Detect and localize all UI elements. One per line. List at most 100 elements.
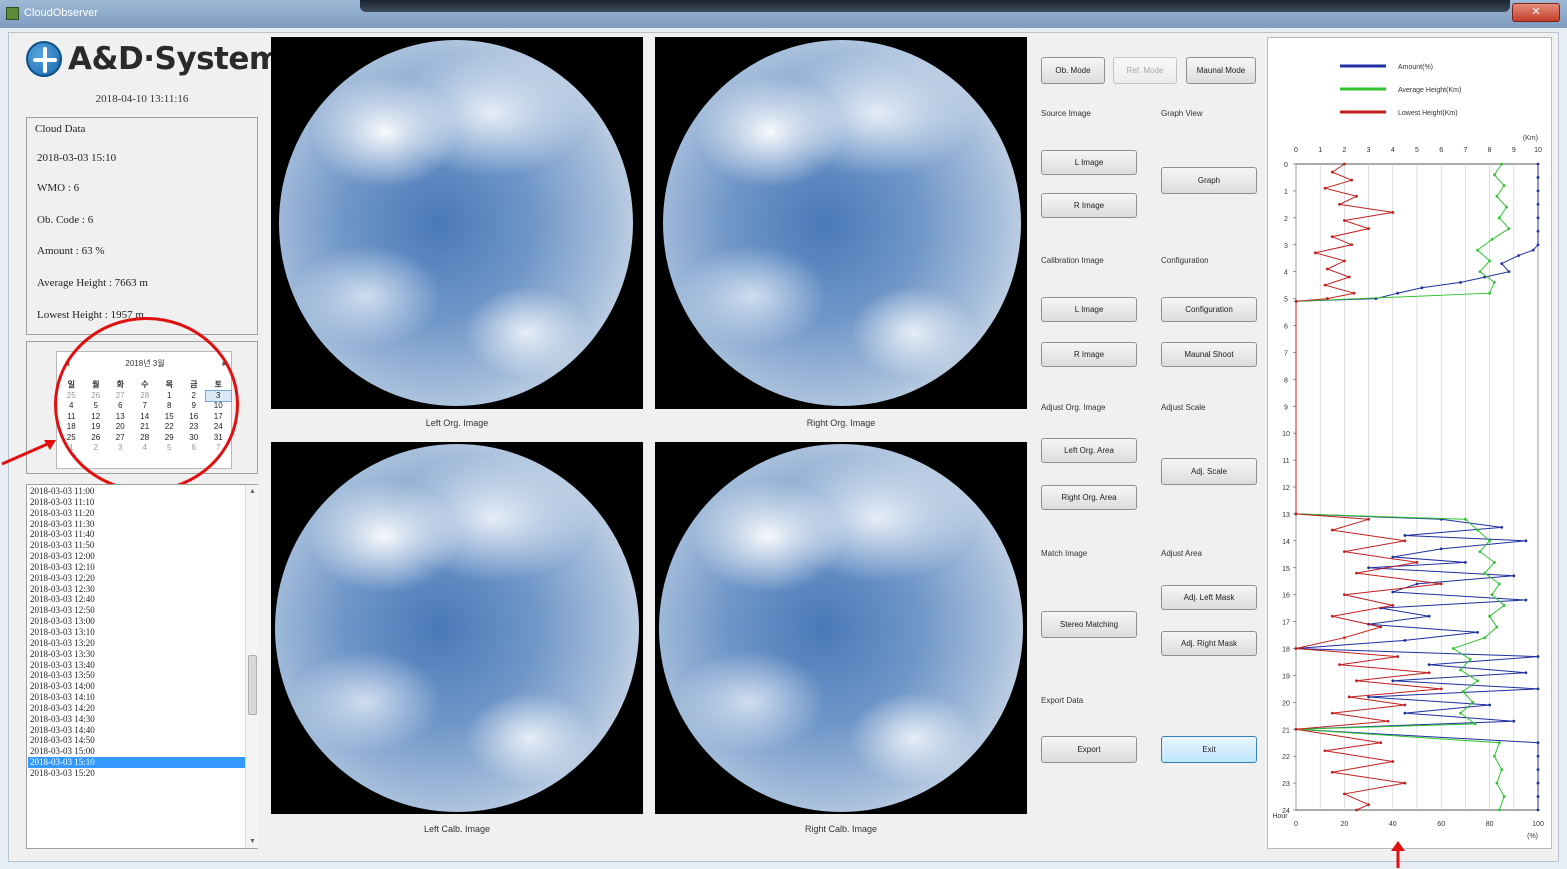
- scroll-thumb[interactable]: [248, 655, 257, 715]
- list-item[interactable]: 2018-03-03 11:40: [28, 529, 245, 540]
- data-point: [1517, 254, 1521, 257]
- data-point: [1403, 703, 1407, 707]
- calibration-l-image-button[interactable]: L Image: [1041, 297, 1137, 322]
- list-item[interactable]: 2018-03-03 14:50: [28, 735, 245, 746]
- list-item[interactable]: 2018-03-03 13:40: [28, 660, 245, 671]
- time-list-scrollbar[interactable]: ▲ ▼: [245, 485, 258, 848]
- data-point: [1507, 270, 1511, 274]
- legend-label: Lowest Height(Km): [1398, 110, 1458, 117]
- data-point: [1531, 248, 1535, 252]
- ref-mode-button[interactable]: Ref. Mode: [1113, 57, 1177, 84]
- adj-scale-button[interactable]: Adj. Scale: [1161, 458, 1257, 485]
- data-point: [1464, 517, 1467, 521]
- stereo-matching-button[interactable]: Stereo Matching: [1041, 611, 1137, 638]
- list-item[interactable]: 2018-03-03 11:20: [28, 508, 245, 519]
- data-point: [1493, 173, 1496, 177]
- data-point: [1536, 655, 1540, 658]
- list-item[interactable]: 2018-03-03 14:00: [28, 681, 245, 692]
- list-item[interactable]: 2018-03-03 13:20: [28, 638, 245, 649]
- adjust-org-image-label: Adjust Org. Image: [1041, 403, 1106, 412]
- data-point: [1352, 291, 1356, 295]
- ob-mode-button[interactable]: Ob. Mode: [1041, 57, 1105, 84]
- calibration-r-image-button[interactable]: R Image: [1041, 342, 1137, 367]
- list-item[interactable]: 2018-03-03 12:50: [28, 605, 245, 616]
- data-point: [1403, 781, 1407, 785]
- list-item[interactable]: 2018-03-03 14:40: [28, 725, 245, 736]
- adj-right-mask-button[interactable]: Adj. Right Mask: [1161, 631, 1257, 656]
- top-tick-label: 7: [1463, 147, 1467, 154]
- data-point: [1391, 760, 1395, 763]
- right-org-caption: Right Org. Image: [806, 418, 876, 428]
- data-point: [1524, 671, 1528, 675]
- list-item[interactable]: 2018-03-03 12:10: [28, 562, 245, 573]
- y-tick-label: 5: [1284, 297, 1288, 304]
- left-org-sky: [279, 40, 633, 406]
- y-tick-label: 21: [1282, 727, 1290, 734]
- manual-mode-button[interactable]: Maunal Mode: [1186, 57, 1256, 84]
- list-item[interactable]: 2018-03-03 12:40: [28, 594, 245, 605]
- data-point: [1536, 741, 1540, 745]
- data-point: [1536, 216, 1540, 220]
- list-item[interactable]: 2018-03-03 13:00: [28, 616, 245, 627]
- top-tick-label: 5: [1415, 147, 1419, 154]
- adj-left-mask-button[interactable]: Adj. Left Mask: [1161, 585, 1257, 610]
- data-point: [1427, 663, 1431, 667]
- right-calb-sky: [659, 444, 1023, 812]
- graph-button[interactable]: Graph: [1161, 167, 1257, 194]
- data-point: [1403, 711, 1407, 715]
- annotation-arrow-icon: [1, 440, 56, 466]
- data-point: [1343, 550, 1346, 553]
- data-point: [1427, 614, 1431, 618]
- data-point: [1343, 792, 1346, 796]
- list-item[interactable]: 2018-03-03 12:00: [28, 551, 245, 562]
- list-item[interactable]: 2018-03-03 15:00: [28, 746, 245, 757]
- list-item[interactable]: 2018-03-03 13:30: [28, 649, 245, 660]
- data-point: [1294, 647, 1298, 650]
- match-image-label: Match Image: [1041, 549, 1088, 558]
- data-point: [1512, 574, 1516, 578]
- data-point: [1415, 560, 1419, 564]
- scroll-up-icon[interactable]: ▲: [248, 487, 257, 496]
- list-item[interactable]: 2018-03-03 11:50: [28, 540, 245, 551]
- data-point: [1536, 229, 1540, 233]
- scroll-down-icon[interactable]: ▼: [248, 837, 257, 846]
- list-item[interactable]: 2018-03-03 11:30: [28, 519, 245, 530]
- data-point: [1343, 219, 1346, 222]
- y-tick-label: 0: [1284, 162, 1288, 169]
- list-item[interactable]: 2018-03-03 13:10: [28, 627, 245, 638]
- right-org-area-button[interactable]: Right Org. Area: [1041, 485, 1137, 510]
- top-tick-label: 10: [1534, 147, 1542, 154]
- right-org-image: [655, 37, 1027, 409]
- data-point: [1459, 668, 1462, 672]
- list-item[interactable]: 2018-03-03 12:20: [28, 573, 245, 584]
- source-l-image-button[interactable]: L Image: [1041, 150, 1137, 175]
- list-item[interactable]: 2018-03-03 15:20: [28, 768, 245, 779]
- list-item[interactable]: 2018-03-03 14:30: [28, 714, 245, 725]
- manual-shoot-button[interactable]: Maunal Shoot: [1161, 342, 1257, 367]
- data-point: [1478, 270, 1482, 274]
- exit-button[interactable]: Exit: [1161, 736, 1257, 763]
- list-item[interactable]: 2018-03-03 13:50: [28, 670, 245, 681]
- data-point: [1294, 512, 1298, 516]
- y-tick-label: 23: [1282, 781, 1290, 788]
- configuration-button[interactable]: Configuration: [1161, 297, 1257, 322]
- data-point: [1524, 598, 1528, 602]
- time-list[interactable]: 2018-03-03 11:00 2018-03-03 11:10 2018-03-…: [26, 484, 258, 849]
- data-point: [1536, 781, 1540, 785]
- list-item[interactable]: 2018-03-03 14:20: [28, 703, 245, 714]
- list-item[interactable]: 2018-03-03 12:30: [28, 584, 245, 595]
- export-button[interactable]: Export: [1041, 736, 1137, 763]
- y-tick-label: 9: [1284, 404, 1288, 411]
- window-title: CloudObserver: [24, 7, 98, 19]
- data-point: [1294, 299, 1298, 303]
- list-item[interactable]: 2018-03-03 14:10: [28, 692, 245, 703]
- list-item[interactable]: 2018-03-03 11:00: [28, 486, 245, 497]
- list-item[interactable]: 2018-03-03 15:10: [28, 757, 245, 768]
- source-r-image-button[interactable]: R Image: [1041, 193, 1137, 218]
- close-button[interactable]: ✕: [1512, 3, 1560, 22]
- data-point: [1536, 162, 1540, 166]
- data-point: [1330, 170, 1334, 174]
- data-point: [1391, 211, 1395, 214]
- left-org-area-button[interactable]: Left Org. Area: [1041, 438, 1137, 463]
- list-item[interactable]: 2018-03-03 11:10: [28, 497, 245, 508]
